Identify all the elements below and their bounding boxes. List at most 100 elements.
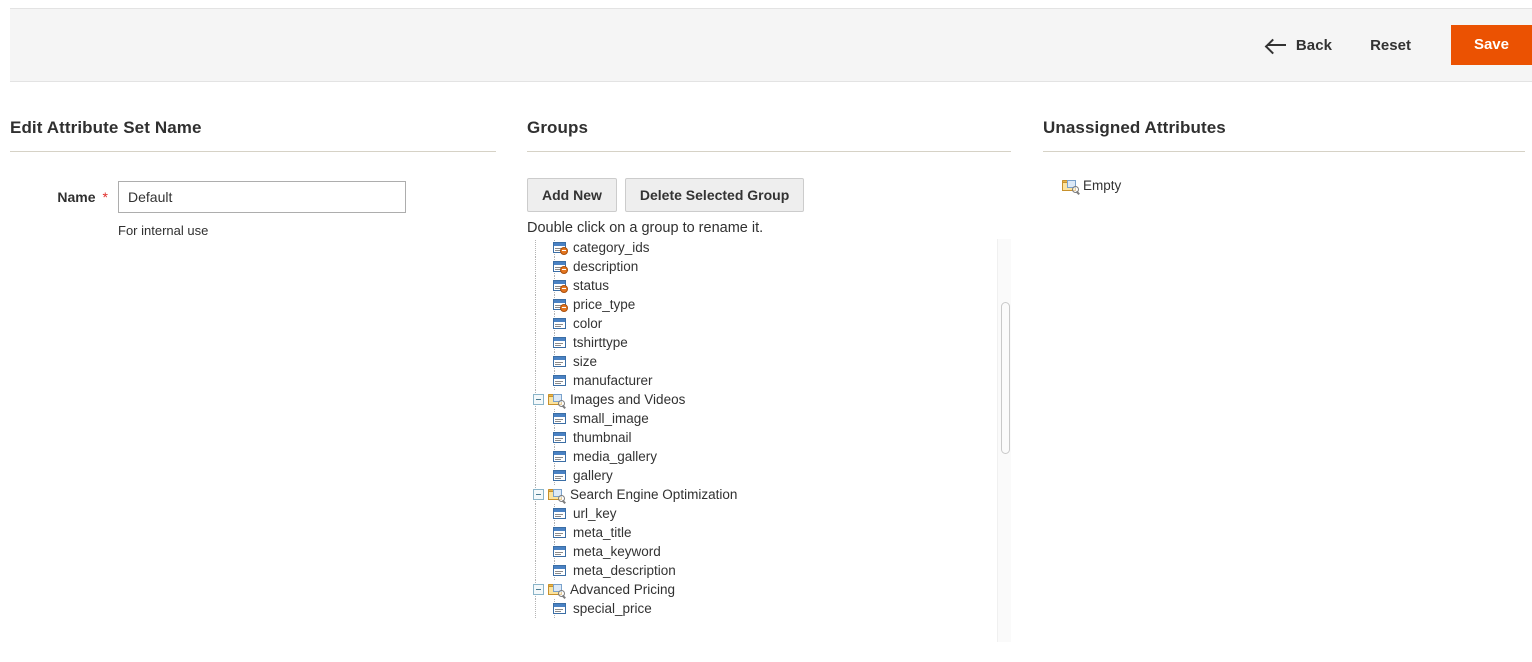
tree-attribute-node[interactable]: media_gallery bbox=[527, 447, 997, 466]
tree-node-label: Search Engine Optimization bbox=[569, 487, 737, 502]
tree-attribute-node[interactable]: manufacturer bbox=[527, 371, 997, 390]
group-folder-icon bbox=[547, 393, 565, 407]
tree-node-label: manufacturer bbox=[572, 373, 653, 388]
unassigned-attributes-list: Empty bbox=[1043, 176, 1525, 195]
unassigned-attributes-panel: Unassigned Attributes Empty bbox=[1043, 118, 1525, 195]
tree-attribute-node[interactable]: price_type bbox=[527, 295, 997, 314]
tree-guide-line bbox=[535, 257, 536, 276]
tree-attribute-node[interactable]: tshirttype bbox=[527, 333, 997, 352]
back-button[interactable]: Back bbox=[1267, 37, 1332, 54]
name-input[interactable] bbox=[118, 181, 406, 213]
tree-guide-line bbox=[535, 466, 536, 485]
system-attribute-icon bbox=[552, 279, 568, 293]
page-action-buttons: Back Reset Save bbox=[1267, 9, 1532, 81]
tree-attribute-node[interactable]: category_ids bbox=[527, 239, 997, 257]
page-header-actions: Back Reset Save bbox=[10, 8, 1532, 82]
tree-collapse-toggle-icon[interactable] bbox=[533, 584, 544, 595]
section-divider bbox=[10, 151, 496, 152]
arrow-left-icon bbox=[1267, 38, 1287, 52]
attribute-icon bbox=[552, 450, 568, 464]
attribute-icon bbox=[552, 507, 568, 521]
tree-node-label: Advanced Pricing bbox=[569, 582, 675, 597]
tree-guide-line bbox=[535, 504, 536, 523]
groups-title: Groups bbox=[527, 118, 1011, 151]
group-folder-icon bbox=[547, 488, 565, 502]
name-field-label-wrap: Name * bbox=[10, 181, 108, 205]
tree-group-node[interactable]: Search Engine Optimization bbox=[527, 485, 997, 504]
tree-attribute-node[interactable]: meta_keyword bbox=[527, 542, 997, 561]
group-folder-icon bbox=[547, 583, 565, 597]
tree-attribute-node[interactable]: meta_title bbox=[527, 523, 997, 542]
tree-node-label: meta_description bbox=[572, 563, 676, 578]
tree-attribute-node[interactable]: small_image bbox=[527, 409, 997, 428]
name-field-label: Name bbox=[57, 189, 95, 205]
name-field-control: For internal use bbox=[118, 181, 406, 238]
add-new-group-button[interactable]: Add New bbox=[527, 178, 617, 212]
edit-attribute-set-name-panel: Edit Attribute Set Name Name * For intern… bbox=[10, 118, 496, 238]
tree-node-label: thumbnail bbox=[572, 430, 632, 445]
name-field-row: Name * For internal use bbox=[10, 181, 496, 238]
tree-attribute-node[interactable]: color bbox=[527, 314, 997, 333]
attribute-icon bbox=[552, 412, 568, 426]
tree-guide-line bbox=[535, 447, 536, 466]
groups-tree-viewport: quantity_and_stock_statusweightcategory_… bbox=[527, 239, 1011, 642]
tree-attribute-node[interactable]: special_price bbox=[527, 599, 997, 618]
tree-attribute-node[interactable]: description bbox=[527, 257, 997, 276]
tree-collapse-toggle-icon[interactable] bbox=[533, 394, 544, 405]
back-button-label: Back bbox=[1296, 37, 1332, 54]
attribute-icon bbox=[552, 469, 568, 483]
tree-guide-line bbox=[535, 295, 536, 314]
system-attribute-icon bbox=[552, 260, 568, 274]
reset-button[interactable]: Reset bbox=[1370, 37, 1411, 54]
attribute-icon bbox=[552, 355, 568, 369]
delete-selected-group-button[interactable]: Delete Selected Group bbox=[625, 178, 804, 212]
tree-guide-line bbox=[535, 523, 536, 542]
tree-node-label: status bbox=[572, 278, 609, 293]
tree-node-label: gallery bbox=[572, 468, 613, 483]
tree-node-label: special_price bbox=[572, 601, 652, 616]
tree-guide-line bbox=[535, 561, 536, 580]
tree-node-label: meta_keyword bbox=[572, 544, 661, 559]
page-title: Edit Attribute Set Name bbox=[10, 118, 496, 151]
tree-guide-line bbox=[535, 333, 536, 352]
attribute-icon bbox=[552, 602, 568, 616]
unassigned-attributes-title: Unassigned Attributes bbox=[1043, 118, 1525, 151]
tree-node-label: size bbox=[572, 354, 597, 369]
tree-attribute-node[interactable]: url_key bbox=[527, 504, 997, 523]
tree-node-label: color bbox=[572, 316, 602, 331]
tree-attribute-node[interactable]: meta_description bbox=[527, 561, 997, 580]
attribute-icon bbox=[552, 317, 568, 331]
tree-attribute-node[interactable]: size bbox=[527, 352, 997, 371]
rename-group-hint: Double click on a group to rename it. bbox=[527, 220, 1011, 236]
tree-group-node[interactable]: Advanced Pricing bbox=[527, 580, 997, 599]
tree-group-node[interactable]: Images and Videos bbox=[527, 390, 997, 409]
tree-guide-line bbox=[535, 352, 536, 371]
tree-guide-line bbox=[535, 276, 536, 295]
tree-node-label: price_type bbox=[572, 297, 635, 312]
section-divider bbox=[1043, 151, 1525, 152]
tree-attribute-node[interactable]: gallery bbox=[527, 466, 997, 485]
attribute-icon bbox=[552, 526, 568, 540]
tree-node-label: url_key bbox=[572, 506, 617, 521]
tree-guide-line bbox=[535, 542, 536, 561]
tree-collapse-toggle-icon[interactable] bbox=[533, 489, 544, 500]
attribute-icon bbox=[552, 431, 568, 445]
groups-tree-scrollbar[interactable] bbox=[997, 239, 1011, 642]
tree-node-label: category_ids bbox=[572, 240, 650, 255]
tree-node-label: Images and Videos bbox=[569, 392, 685, 407]
unassigned-list-item[interactable]: Empty bbox=[1061, 176, 1525, 195]
save-button[interactable]: Save bbox=[1451, 25, 1532, 65]
tree-node-label: media_gallery bbox=[572, 449, 657, 464]
tree-attribute-node[interactable]: status bbox=[527, 276, 997, 295]
tree-node-label: small_image bbox=[572, 411, 649, 426]
name-field-note: For internal use bbox=[118, 223, 406, 238]
groups-tree-scrollbar-thumb[interactable] bbox=[1001, 302, 1010, 454]
tree-attribute-node[interactable]: thumbnail bbox=[527, 428, 997, 447]
tree-guide-line bbox=[535, 428, 536, 447]
required-asterisk: * bbox=[103, 189, 108, 205]
tree-node-label: description bbox=[572, 259, 638, 274]
tree-node-label: tshirttype bbox=[572, 335, 628, 350]
attribute-icon bbox=[552, 374, 568, 388]
system-attribute-icon bbox=[552, 298, 568, 312]
system-attribute-icon bbox=[552, 241, 568, 255]
